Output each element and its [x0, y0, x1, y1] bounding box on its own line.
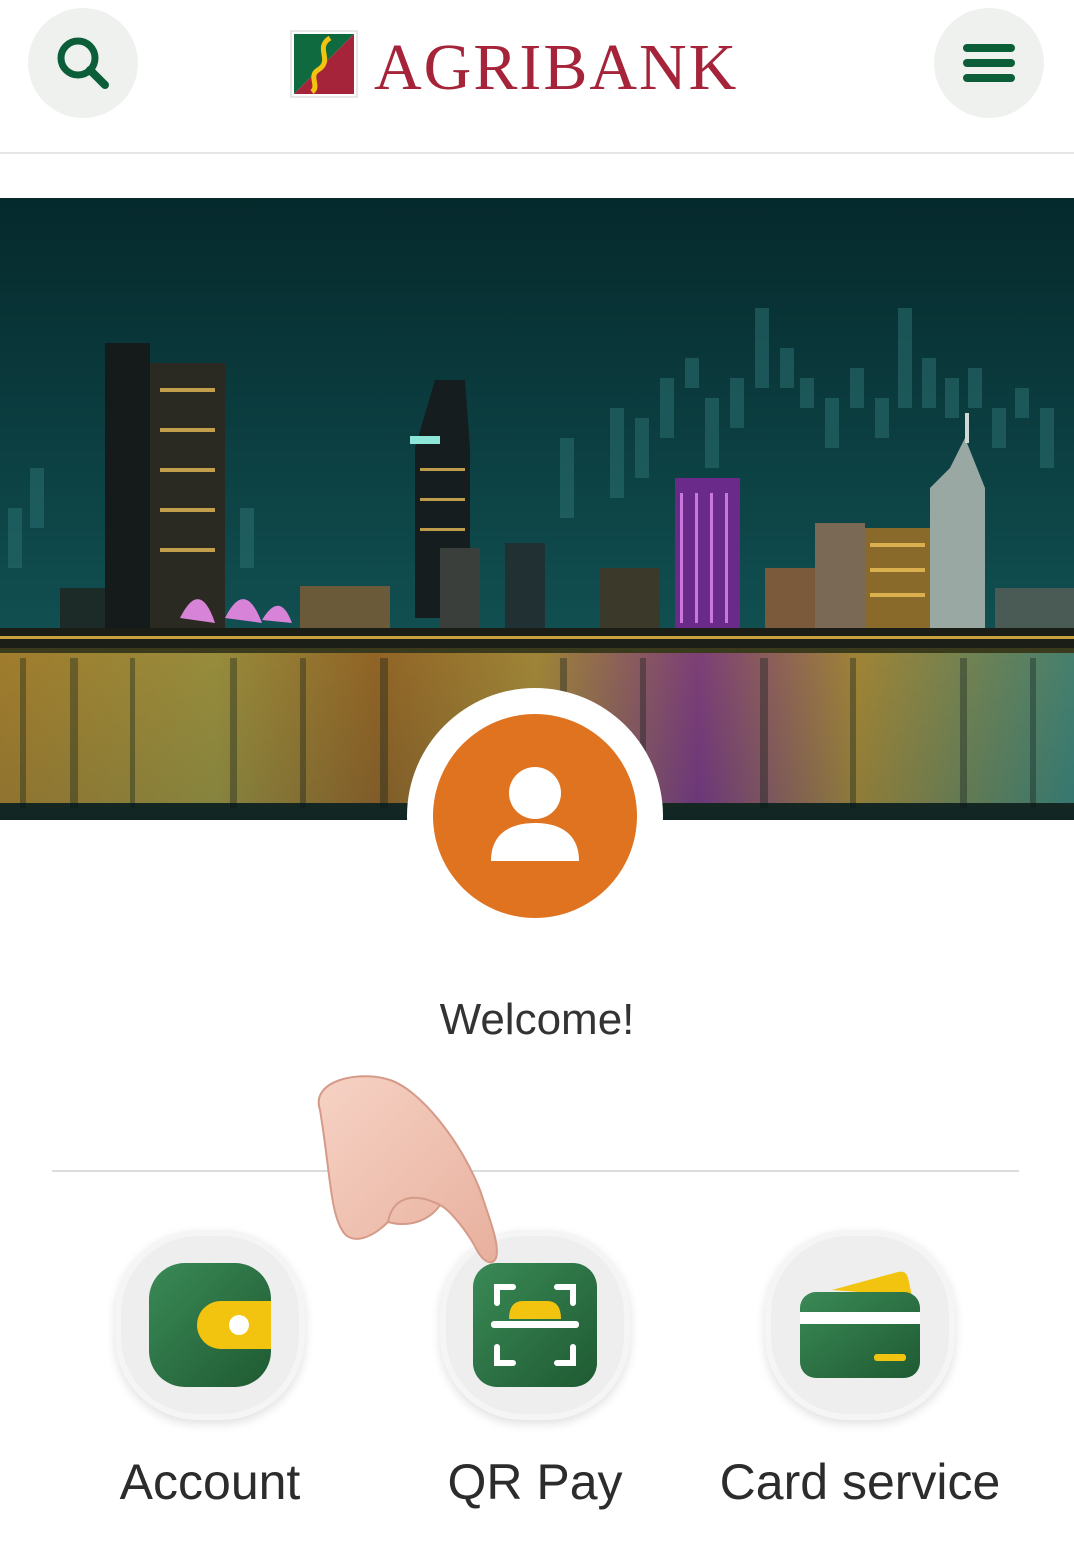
card-icon	[800, 1271, 920, 1378]
welcome-message: Welcome!	[439, 995, 635, 1044]
app-header: AGRIBANK	[0, 0, 1074, 152]
pointing-hand-icon	[317, 1075, 498, 1264]
agribank-logo-icon	[290, 30, 358, 98]
section-divider	[52, 1170, 1019, 1172]
hamburger-menu-icon	[963, 44, 1015, 82]
menu-button[interactable]	[934, 8, 1044, 118]
brand-logo: AGRIBANK	[290, 28, 739, 104]
card-service-tile-button[interactable]	[765, 1230, 955, 1420]
avatar[interactable]	[433, 714, 637, 918]
card-service-label: Card service	[719, 1454, 1001, 1510]
account-service-tile[interactable]: Account	[115, 1230, 305, 1510]
search-button[interactable]	[28, 8, 138, 118]
wallet-icon	[149, 1263, 271, 1387]
user-avatar-icon	[491, 767, 579, 861]
card-service-tile[interactable]: Card service	[720, 1230, 1000, 1510]
account-tile-button[interactable]	[115, 1230, 305, 1420]
qr-scan-icon	[473, 1263, 597, 1387]
header-divider	[0, 152, 1074, 154]
search-icon	[57, 37, 109, 89]
brand-name: AGRIBANK	[374, 31, 739, 104]
